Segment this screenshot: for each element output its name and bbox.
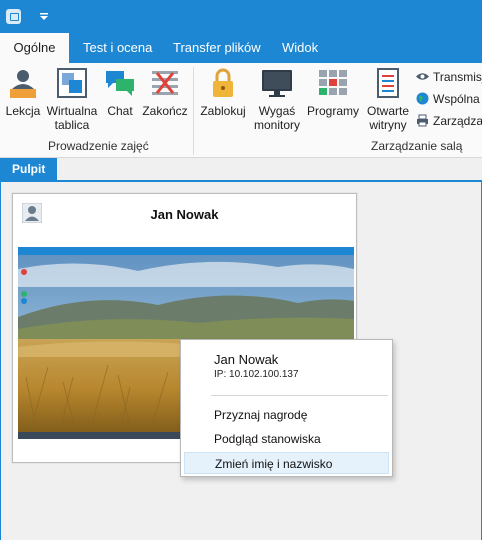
transmisja-label: Transmisj [433,70,482,84]
view-tab-bar: Pulpit [0,158,482,182]
ribbon: Lekcja Wirtualna tablica Chat Zakończ Pr… [0,63,482,158]
monitor-icon [262,70,292,97]
wygas-monitory-button[interactable]: Wygaś monitory [251,67,303,132]
wspolna-button[interactable]: Wspólna [416,92,480,110]
group-label-prowadzenie: Prowadzenie zajęć [48,139,149,153]
tab-pulpit[interactable]: Pulpit [0,158,58,180]
tab-ogolne[interactable]: Ogólne [0,33,69,63]
chat-label: Chat [107,104,133,118]
programs-icon [319,70,347,95]
title-bar [0,0,482,33]
ribbon-tab-bar: Ogólne Test i ocena Transfer plików Wido… [0,33,482,63]
tab-transfer-plikow[interactable]: Transfer plików [161,33,273,63]
globe-icon [416,92,429,105]
websites-icon [377,68,399,98]
chat-icon [106,71,134,96]
whiteboard-icon [57,68,87,98]
context-menu: Jan Nowak IP: 10.102.100.137 Przyznaj na… [180,339,393,477]
lekcja-button[interactable]: Lekcja [3,67,43,118]
tab-test-i-ocena[interactable]: Test i ocena [71,33,164,63]
otwarte-witryny-label: Otwarte witryny [366,104,409,132]
dropdown-arrow-icon[interactable] [37,11,51,23]
zakoncz-button[interactable]: Zakończ [142,67,188,118]
zarzadzaj-label: Zarządza [433,114,482,128]
zakoncz-label: Zakończ [142,104,188,118]
wirtualna-tablica-button[interactable]: Wirtualna tablica [44,67,100,132]
menu-separator [211,395,388,396]
eye-icon [416,73,429,80]
otwarte-witryny-button[interactable]: Otwarte witryny [364,67,412,132]
transmisja-button[interactable]: Transmisj [416,70,482,88]
end-icon [152,71,178,95]
wygas-monitory-label: Wygaś monitory [253,104,300,132]
teacher-icon [10,70,36,98]
programy-label: Programy [306,104,359,118]
wspolna-label: Wspólna [433,92,480,106]
ribbon-separator [193,67,194,155]
wirtualna-tablica-label: Wirtualna tablica [46,104,98,132]
printer-icon [417,114,428,127]
context-menu-title: Jan Nowak [214,352,279,367]
group-label-zarzadzanie: Zarządzanie salą [371,139,463,153]
lock-icon [213,68,233,97]
lekcja-label: Lekcja [5,104,41,118]
window-border-left [0,182,1,540]
programy-button[interactable]: Programy [306,67,360,118]
menu-item-przyznaj-nagrode[interactable]: Przyznaj nagrodę [184,404,389,426]
chat-button[interactable]: Chat [103,67,137,118]
zarzadzaj-drukarkami-button[interactable]: Zarządza [416,114,482,132]
menu-item-zmien-imie-i-nazwisko[interactable]: Zmień imię i nazwisko [184,452,389,474]
zablokuj-label: Zablokuj [200,104,246,118]
tab-widok[interactable]: Widok [270,33,330,63]
app-icon[interactable] [6,9,21,24]
zablokuj-button[interactable]: Zablokuj [198,67,248,118]
student-name: Jan Nowak [150,207,219,222]
menu-item-podglad-stanowiska[interactable]: Podgląd stanowiska [184,428,389,450]
context-menu-ip: IP: 10.102.100.137 [214,369,299,380]
